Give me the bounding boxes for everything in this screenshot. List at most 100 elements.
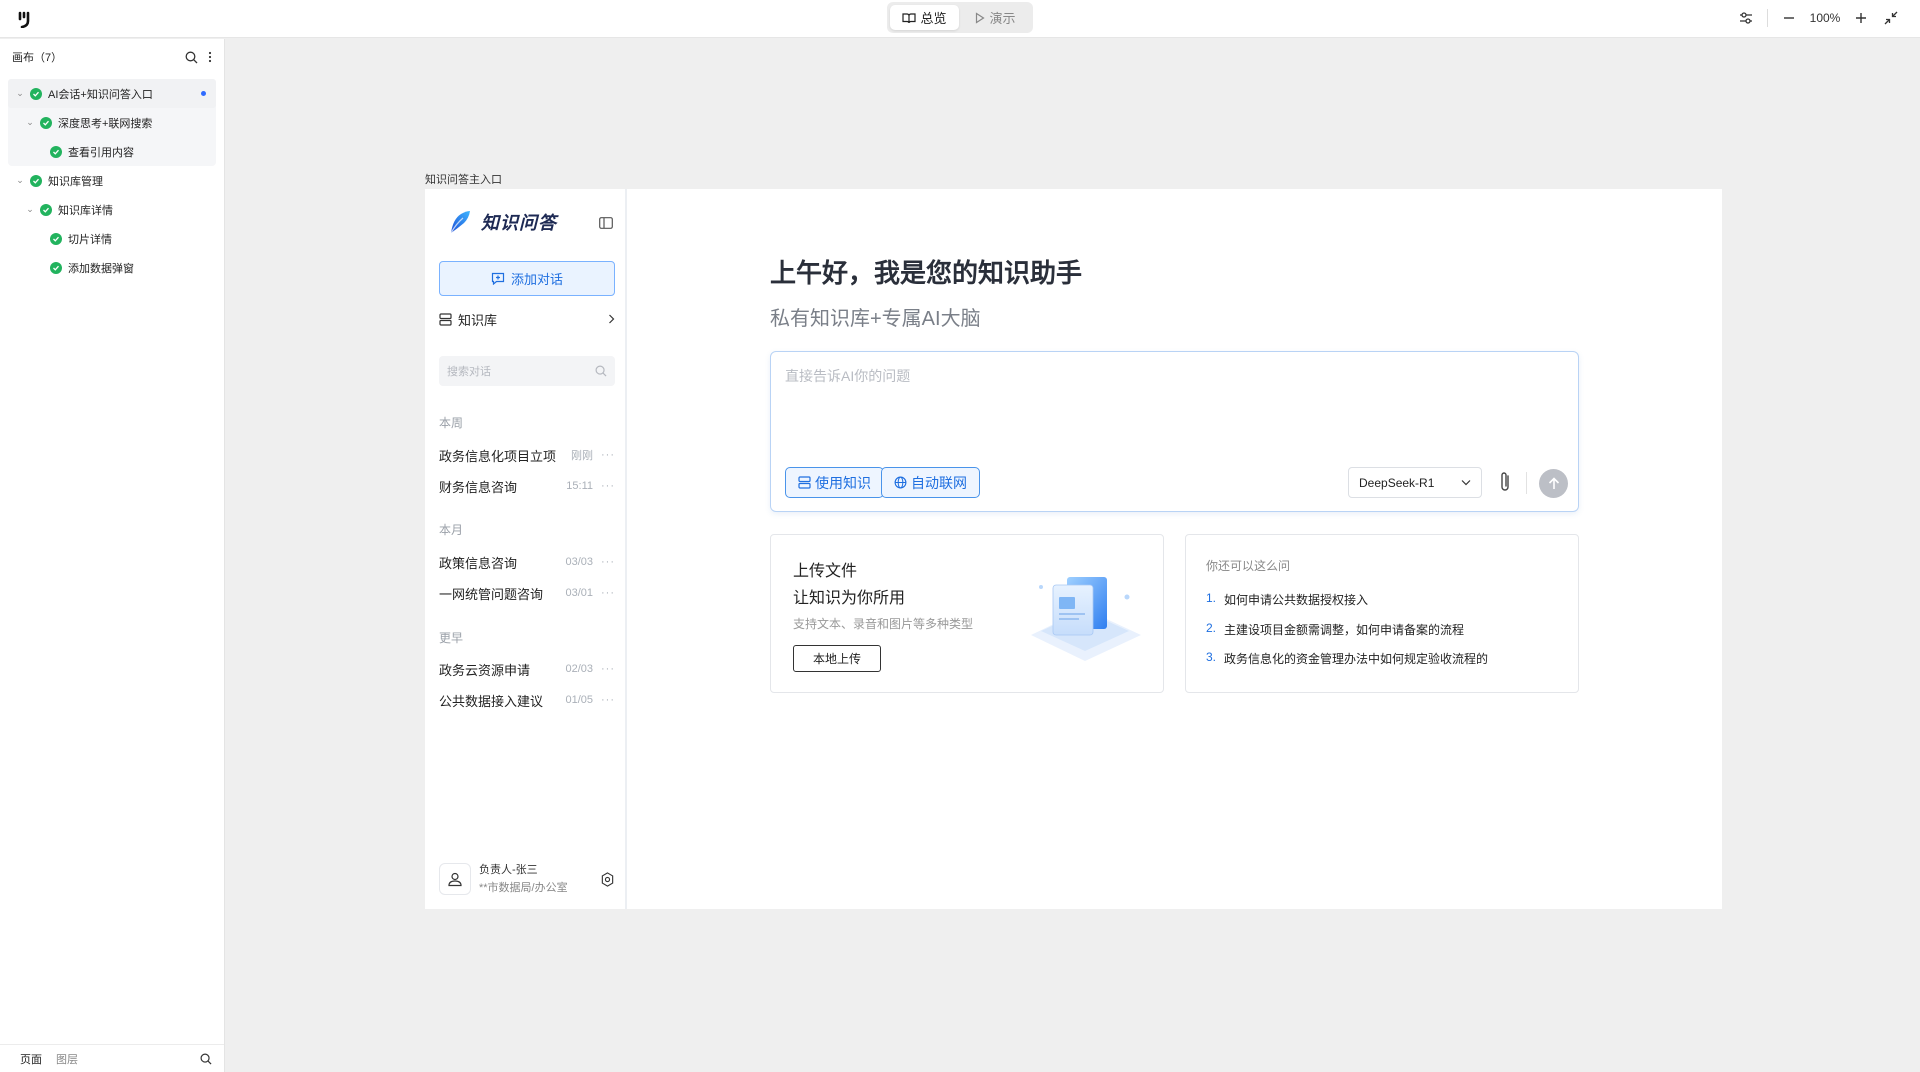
search-icon[interactable] <box>200 1053 212 1065</box>
question-text: 如何申请公共数据授权接入 <box>1224 593 1369 607</box>
chevron-down-icon[interactable]: ⌄ <box>14 88 26 99</box>
conversation-item[interactable]: 政务信息化项目立项 刚刚 ··· <box>439 444 615 466</box>
tab-overview[interactable]: 总览 <box>890 5 959 30</box>
greeting-subtitle: 私有知识库+专属AI大脑 <box>770 308 981 330</box>
page-node-label: 知识库管理 <box>48 175 103 188</box>
top-toolbar: 总览 演示 100% <box>0 0 1920 38</box>
minus-icon <box>1784 17 1794 19</box>
user-info: 负责人-张三 **市数据局/办公室 <box>479 861 568 897</box>
page-node[interactable]: ⌄ 知识库管理 <box>8 166 216 195</box>
knowledge-base-label: 知识库 <box>458 312 498 328</box>
page-node[interactable]: ⌄ 深度思考+联网搜索 <box>8 108 216 137</box>
user-org: **市数据局/办公室 <box>479 882 568 894</box>
page-node[interactable]: ⌄ AI会话+知识问答入口 <box>8 79 216 108</box>
conversation-item[interactable]: 政务云资源申请 02/03 ··· <box>439 658 615 680</box>
zoom-level[interactable]: 100% <box>1804 11 1846 25</box>
page-node-label: 添加数据弹窗 <box>68 262 134 275</box>
conversation-item[interactable]: 公共数据接入建议 01/05 ··· <box>439 689 615 711</box>
user-name: 负责人-张三 <box>479 864 538 876</box>
chat-input-placeholder: 直接告诉AI你的问题 <box>785 368 911 384</box>
upload-card: 上传文件 让知识为你所用 支持文本、录音和图片等多种类型 本地上传 <box>770 534 1164 693</box>
chevron-down-icon[interactable]: ⌄ <box>14 175 26 186</box>
arrow-up-icon <box>1548 477 1559 489</box>
conversation-search[interactable]: 搜索对话 <box>439 356 615 386</box>
zoom-in-button[interactable] <box>1846 3 1876 33</box>
conversation-time: 15:11 <box>566 480 593 492</box>
more-options-icon[interactable]: ··· <box>601 587 615 599</box>
view-mode-switch: 总览 演示 <box>887 2 1033 33</box>
database-icon <box>439 312 452 326</box>
auto-web-search-toggle[interactable]: 自动联网 <box>881 467 980 498</box>
user-profile[interactable]: 负责人-张三 **市数据局/办公室 <box>439 859 615 899</box>
page-node-label: 知识库详情 <box>58 204 113 217</box>
suggested-question[interactable]: 1. 如何申请公共数据授权接入 <box>1206 591 1368 608</box>
add-chat-label: 添加对话 <box>510 272 563 287</box>
more-options-icon[interactable]: ··· <box>601 480 615 492</box>
conversation-title: 公共数据接入建议 <box>439 693 544 709</box>
add-chat-button[interactable]: 添加对话 <box>439 261 615 296</box>
settings-sliders-icon[interactable] <box>1731 3 1761 33</box>
page-node-label: 切片详情 <box>68 233 112 246</box>
chevron-down-icon[interactable]: ⌄ <box>24 204 36 215</box>
book-icon <box>902 12 917 23</box>
more-options-icon[interactable]: ··· <box>601 663 615 675</box>
play-icon <box>976 11 986 24</box>
auto-web-search-label: 自动联网 <box>911 474 967 491</box>
new-chat-icon <box>491 272 505 285</box>
check-circle-icon <box>40 203 52 216</box>
brand-name: 知识问答 <box>481 213 557 233</box>
chat-input-box[interactable]: 直接告诉AI你的问题 使用知识 自动联网 DeepSeek-R1 <box>770 351 1579 512</box>
frame-title[interactable]: 知识问答主入口 <box>425 171 502 187</box>
more-options-icon[interactable]: ··· <box>601 694 615 706</box>
tab-pages[interactable]: 页面 <box>20 1051 42 1067</box>
more-vertical-icon[interactable] <box>208 51 212 63</box>
page-node[interactable]: 添加数据弹窗 <box>8 253 216 282</box>
chevron-down-icon[interactable]: ⌄ <box>24 117 36 128</box>
sidebar-toggle-icon[interactable] <box>599 217 613 229</box>
brand: 知识问答 <box>447 209 557 235</box>
model-select[interactable]: DeepSeek-R1 <box>1348 467 1482 498</box>
artboard-frame: 知识问答 添加对话 知识库 搜索对话 本周 政务信息化项目立项 刚刚 ··· 财… <box>425 189 1722 909</box>
section-this-week: 本周 <box>439 416 464 430</box>
page-node-label: 深度思考+联网搜索 <box>58 117 153 130</box>
more-options-icon[interactable]: ··· <box>601 556 615 568</box>
suggested-questions-card: 你还可以这么问 1. 如何申请公共数据授权接入 2. 主建设项目金额需调整，如何… <box>1185 534 1579 693</box>
current-page-dot <box>201 91 206 96</box>
upload-card-description: 支持文本、录音和图片等多种类型 <box>793 617 974 631</box>
send-button[interactable] <box>1539 469 1568 498</box>
search-placeholder: 搜索对话 <box>447 366 491 378</box>
attachment-icon[interactable] <box>1498 470 1512 494</box>
conversation-title: 政务云资源申请 <box>439 662 531 678</box>
greeting-title: 上午好，我是您的知识助手 <box>770 258 1083 288</box>
conversation-title: 政策信息咨询 <box>439 555 518 571</box>
use-knowledge-toggle[interactable]: 使用知识 <box>785 467 884 498</box>
conversation-time: 02/03 <box>565 663 593 675</box>
suggested-question[interactable]: 2. 主建设项目金额需调整，如何申请备案的流程 <box>1206 621 1464 638</box>
page-node[interactable]: 查看引用内容 <box>8 137 216 166</box>
suggested-question[interactable]: 3. 政务信息化的资金管理办法中如何规定验收流程的 <box>1206 650 1488 667</box>
question-text: 主建设项目金额需调整，如何申请备案的流程 <box>1224 623 1465 637</box>
conversation-item[interactable]: 一网统管问题咨询 03/01 ··· <box>439 582 615 604</box>
zoom-out-button[interactable] <box>1774 3 1804 33</box>
conversation-title: 财务信息咨询 <box>439 479 518 495</box>
app-logo-icon[interactable] <box>18 10 38 28</box>
avatar[interactable] <box>439 863 471 895</box>
pages-panel-header: 画布（7） <box>0 39 224 75</box>
search-icon[interactable] <box>185 51 198 64</box>
search-icon[interactable] <box>595 365 607 377</box>
conversation-item[interactable]: 财务信息咨询 15:11 ··· <box>439 475 615 497</box>
suggestions-title: 你还可以这么问 <box>1206 559 1291 573</box>
user-icon <box>448 872 462 887</box>
page-node[interactable]: 切片详情 <box>8 224 216 253</box>
local-upload-button[interactable]: 本地上传 <box>793 645 881 672</box>
conversation-item[interactable]: 政策信息咨询 03/03 ··· <box>439 551 615 573</box>
knowledge-base-link[interactable]: 知识库 <box>439 307 615 331</box>
settings-gear-icon[interactable] <box>600 871 615 887</box>
tab-present[interactable]: 演示 <box>961 5 1030 30</box>
page-node[interactable]: ⌄ 知识库详情 <box>8 195 216 224</box>
toolbar-right: 100% <box>1731 0 1906 36</box>
collapse-fullscreen-button[interactable] <box>1876 3 1906 33</box>
tab-layers[interactable]: 图层 <box>56 1051 78 1067</box>
globe-icon <box>894 476 907 489</box>
more-options-icon[interactable]: ··· <box>601 449 615 461</box>
